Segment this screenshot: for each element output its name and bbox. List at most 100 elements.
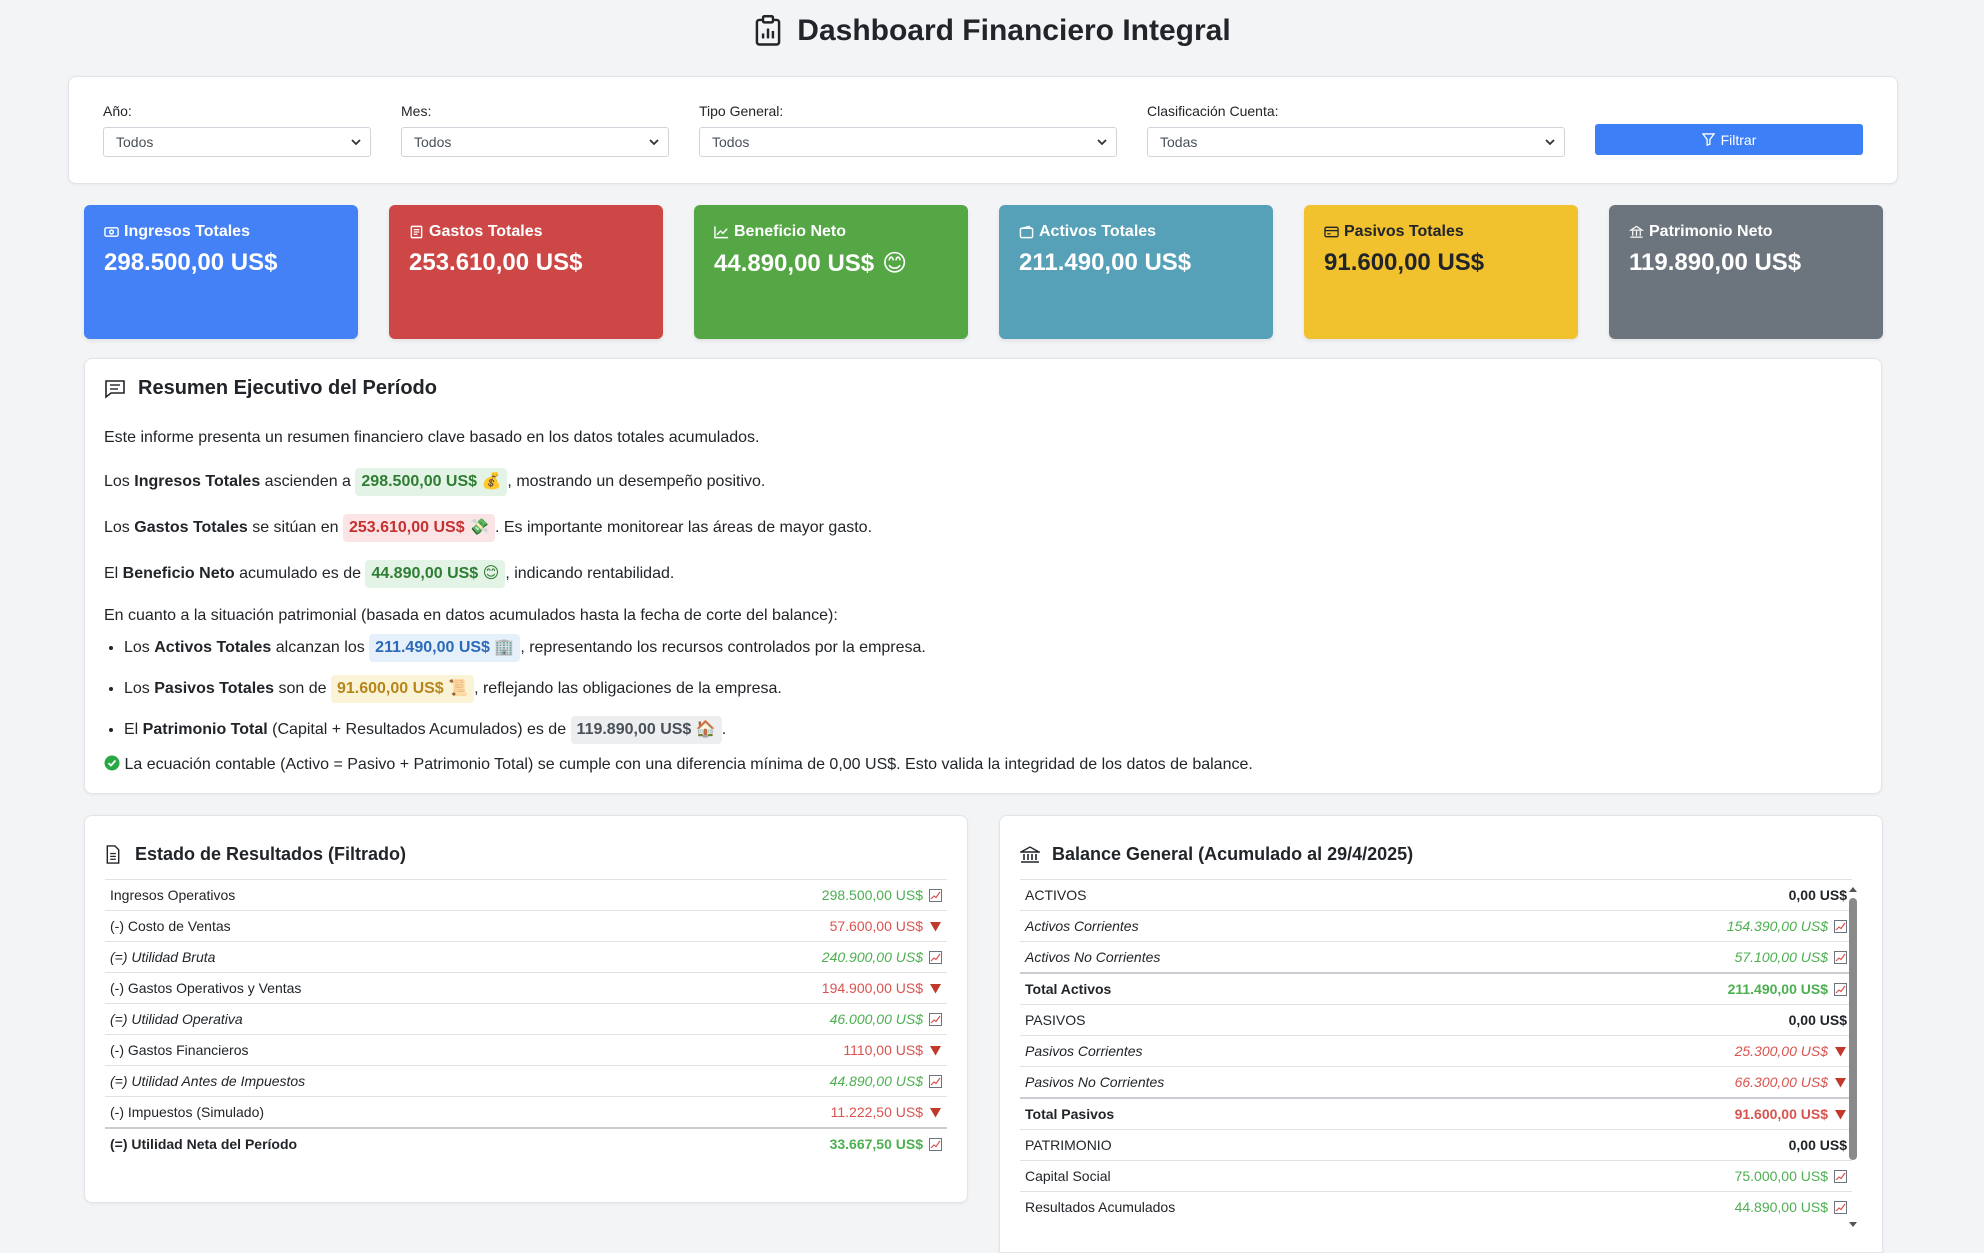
chart-up-icon [1834, 983, 1847, 996]
wallet-icon [1019, 225, 1034, 239]
year-filter: Año: Todos [103, 103, 371, 157]
ingresos-value-pill: 298.500,00 US$ 💰 [355, 468, 508, 496]
beneficio-value-pill: 44.890,00 US$ 😊 [365, 560, 506, 588]
kpi-label: Ingresos Totales [124, 223, 250, 240]
balance-table-scroll[interactable]: ACTIVOS 0,00 US$ Activos Corrientes 154.39… [1020, 879, 1852, 1223]
type-select[interactable]: Todos [699, 127, 1117, 157]
table-row: (-) Gastos Financieros 1110,00 US$ [105, 1034, 947, 1066]
kpi-card-pasivos: Pasivos Totales 91.600,00 US$ [1304, 205, 1578, 339]
year-select[interactable]: Todos [103, 127, 371, 157]
summary-title-text: Resumen Ejecutivo del Período [138, 377, 437, 399]
income-statement-panel: Estado de Resultados (Filtrado) Ingresos… [84, 815, 968, 1203]
month-filter-label: Mes: [401, 103, 432, 119]
kpi-label: Gastos Totales [429, 223, 543, 240]
table-row: (=) Utilidad Neta del Período 33.667,50 U… [105, 1127, 947, 1159]
kpi-value: 211.490,00 US$ [1019, 249, 1192, 276]
activos-value-pill: 211.490,00 US$ 🏢 [369, 634, 521, 662]
classification-filter: Clasificación Cuenta: Todas [1147, 103, 1565, 157]
scrollbar[interactable] [1848, 886, 1858, 1228]
pasivos-value-pill: 91.600,00 US$ 📜 [330, 675, 475, 703]
classification-select-value: Todas [1160, 134, 1198, 150]
type-select-value: Todos [712, 134, 750, 150]
type-filter: Tipo General: Todos [699, 103, 1117, 157]
kpi-value: 44.890,00 US$ [714, 249, 875, 277]
triangle-down-icon [930, 1108, 941, 1118]
table-row: Resultados Acumulados 44.890,00 US$ [1020, 1191, 1852, 1223]
table-row: Total Pasivos 91.600,00 US$ [1020, 1097, 1852, 1130]
list-item: Los Pasivos Totales son de 91.600,00 US$… [124, 675, 1862, 703]
filter-button-label: Filtrar [1720, 131, 1757, 148]
table-row: Capital Social 75.000,00 US$ [1020, 1160, 1852, 1192]
triangle-down-icon [930, 922, 941, 932]
table-row: Pasivos No Corrientes 66.300,00 US$ [1020, 1066, 1852, 1098]
clipboard-chart-icon [755, 15, 781, 46]
chevron-down-icon [1097, 139, 1107, 146]
table-row: Activos Corrientes 154.390,00 US$ [1020, 910, 1852, 942]
table-row: Activos No Corrientes 57.100,00 US$ [1020, 941, 1852, 973]
table-row: (-) Gastos Operativos y Ventas 194.900,00… [105, 972, 947, 1004]
list-item: Los Activos Totales alcanzan los 211.490… [124, 634, 1862, 662]
message-icon [105, 379, 125, 399]
document-icon [106, 845, 120, 864]
receipt-icon [410, 225, 423, 239]
kpi-value: 91.600,00 US$ [1324, 249, 1485, 276]
table-row: Total Activos 211.490,00 US$ [1020, 972, 1852, 1005]
table-row: Ingresos Operativos 298.500,00 US$ [105, 879, 947, 911]
summary-line-beneficio: El Beneficio Neto acumulado es de 44.890… [104, 560, 1862, 588]
income-statement-title: Estado de Resultados (Filtrado) [105, 844, 947, 865]
triangle-down-icon [930, 1046, 941, 1056]
chart-up-icon [1834, 1201, 1847, 1215]
chart-up-icon [1834, 951, 1847, 964]
chevron-down-icon [351, 139, 361, 146]
summary-patrimonial: En cuanto a la situación patrimonial (ba… [104, 607, 838, 624]
filter-button[interactable]: Filtrar [1595, 124, 1863, 155]
year-filter-label: Año: [103, 103, 132, 119]
chart-up-icon [1834, 1170, 1847, 1183]
summary-title: Resumen Ejecutivo del Período [104, 377, 1862, 400]
kpi-value: 253.610,00 US$ [409, 249, 583, 276]
money-icon [104, 227, 119, 237]
card-icon [1324, 226, 1339, 238]
triangle-down-icon [930, 984, 941, 994]
year-select-value: Todos [116, 134, 154, 150]
table-row: (-) Impuestos (Simulado) 11.222,50 US$ [105, 1096, 947, 1128]
bank-icon [1020, 845, 1040, 863]
chevron-down-icon [649, 139, 659, 146]
bank-icon [1629, 225, 1644, 238]
month-select-value: Todos [414, 134, 452, 150]
balance-sheet-panel: Balance General (Acumulado al 29/4/2025)… [999, 815, 1883, 1253]
chart-up-icon [929, 1138, 942, 1151]
summary-balance-list: Los Activos Totales alcanzan los 211.490… [124, 634, 1862, 744]
funnel-icon [1701, 133, 1715, 146]
balance-sheet-title: Balance General (Acumulado al 29/4/2025) [1020, 844, 1862, 865]
chart-up-icon [1834, 920, 1847, 933]
kpi-value: 119.890,00 US$ [1629, 249, 1802, 276]
page-title-text: Dashboard Financiero Integral [797, 14, 1231, 47]
table-row: PATRIMONIO 0,00 US$ [1020, 1129, 1852, 1161]
table-row: (=) Utilidad Operativa 46.000,00 US$ [105, 1003, 947, 1035]
kpi-label: Beneficio Neto [734, 223, 847, 240]
table-row: PASIVOS 0,00 US$ [1020, 1004, 1852, 1036]
table-row: Pasivos Corrientes 25.300,00 US$ [1020, 1035, 1852, 1067]
kpi-label: Patrimonio Neto [1649, 223, 1773, 240]
list-item: El Patrimonio Total (Capital + Resultado… [124, 716, 1862, 744]
table-row: (=) Utilidad Bruta 240.900,00 US$ [105, 941, 947, 973]
chart-up-icon [714, 226, 729, 239]
month-select[interactable]: Todos [401, 127, 669, 157]
triangle-down-icon [1835, 1110, 1846, 1120]
income-statement-table: Ingresos Operativos 298.500,00 US$ (-) Co… [105, 879, 947, 1159]
table-row: ACTIVOS 0,00 US$ [1020, 879, 1852, 911]
chart-up-icon [929, 1075, 942, 1088]
balance-sheet-table: ACTIVOS 0,00 US$ Activos Corrientes 154.39… [1020, 879, 1852, 1223]
kpi-card-activos: Activos Totales 211.490,00 US$ [999, 205, 1273, 339]
smile-emoji-icon: 😊 [882, 250, 908, 277]
type-filter-label: Tipo General: [699, 103, 784, 119]
kpi-label: Activos Totales [1039, 223, 1157, 240]
table-row: (-) Costo de Ventas 57.600,00 US$ [105, 910, 947, 942]
summary-equation: La ecuación contable (Activo = Pasivo + … [104, 755, 1862, 775]
classification-select[interactable]: Todas [1147, 127, 1565, 157]
kpi-card-beneficio: Beneficio Neto 44.890,00 US$ 😊 [694, 205, 968, 339]
chart-up-icon [929, 1013, 942, 1026]
page-title: Dashboard Financiero Integral [0, 14, 1984, 48]
kpi-card-gastos: Gastos Totales 253.610,00 US$ [389, 205, 663, 339]
